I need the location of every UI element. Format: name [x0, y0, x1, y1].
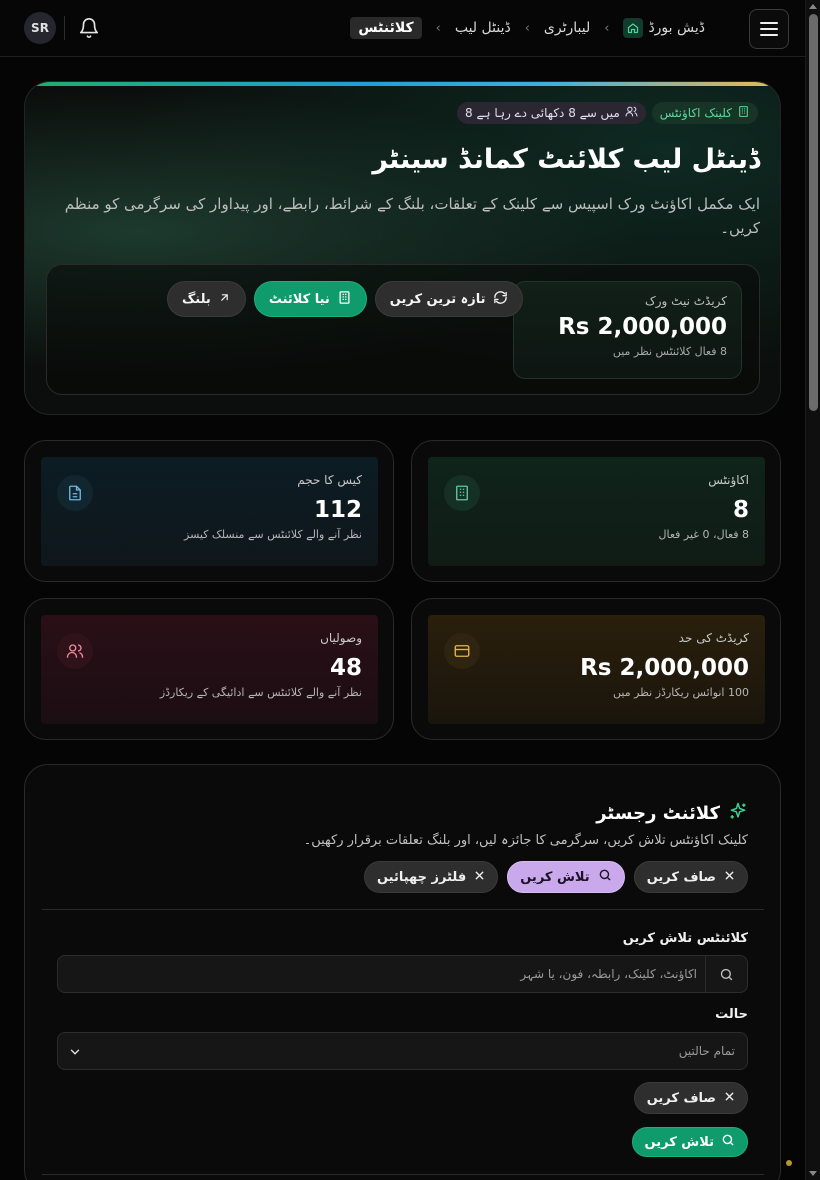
breadcrumb-laboratory[interactable]: لیبارٹری — [544, 20, 590, 36]
chevron-down-icon — [68, 1044, 82, 1063]
sparkles-icon — [728, 801, 748, 826]
scrollbar[interactable] — [805, 0, 820, 1180]
visible-count-badge: 8 میں سے 8 دکھائی دے رہا ہے — [456, 102, 646, 124]
chevron-left-icon: ‹ — [604, 20, 610, 36]
close-icon — [474, 870, 485, 885]
credit-network-sub: 8 فعال کلائنٹس نظر میں — [612, 345, 727, 358]
divider — [42, 1174, 764, 1175]
collections-stat-card: وصولیاں 48 نظر آنے والے کلائنٹس سے ادائی… — [24, 598, 394, 740]
stat-sub: نظر آنے والے کلائنٹس سے ادائیگی کے ریکار… — [159, 686, 362, 699]
refresh-button[interactable]: تازہ ترین کریں — [374, 281, 523, 317]
search-field — [57, 955, 748, 993]
clear-button[interactable]: صاف کریں — [633, 861, 748, 893]
top-bar: ڈیش بورڈ ‹ لیبارٹری ‹ ڈینٹل لیب ‹ کلائنٹ… — [0, 0, 805, 57]
hamburger-icon — [760, 22, 778, 24]
credit-network-card: کریڈٹ نیٹ ورک Rs 2,000,000 8 فعال کلائنٹ… — [513, 281, 742, 379]
home-icon — [623, 18, 644, 38]
building-icon — [444, 475, 480, 511]
accounts-stat-card: اکاؤنٹس 8 8 فعال، 0 غیر فعال — [411, 440, 781, 582]
stat-sub: نظر آنے والے کلائنٹس سے منسلک کیسز — [184, 528, 362, 541]
stat-sub: 100 انوائس ریکارڈز نظر میں — [613, 686, 749, 699]
credit-card-icon — [444, 633, 480, 669]
scroll-up-arrow-icon[interactable] — [809, 4, 817, 9]
bell-icon[interactable] — [78, 17, 100, 39]
avatar[interactable]: SR — [24, 12, 56, 44]
chevron-left-icon: ‹ — [524, 20, 530, 36]
refresh-icon — [493, 290, 508, 309]
status-dot — [786, 1160, 792, 1166]
scroll-down-arrow-icon[interactable] — [809, 1171, 817, 1176]
close-icon — [724, 1091, 735, 1106]
stat-sub: 8 فعال، 0 غیر فعال — [658, 528, 750, 541]
register-title: کلائنٹ رجسٹر — [596, 803, 720, 824]
search-icon — [721, 1133, 735, 1151]
arrow-up-right-icon — [218, 291, 231, 308]
chevron-left-icon: ‹ — [435, 20, 441, 36]
search-label: کلائنٹس تلاش کریں — [622, 931, 748, 946]
client-register-panel: کلائنٹ رجسٹر کلینک اکاؤنٹس تلاش کریں، سر… — [24, 764, 781, 1180]
page-title: ڈینٹل لیب کلائنٹ کمانڈ سینٹر — [372, 144, 760, 175]
breadcrumb-dental-lab[interactable]: ڈینٹل لیب — [455, 20, 511, 36]
clinic-accounts-badge: کلینک اکاؤنٹس — [651, 102, 758, 124]
document-icon — [57, 475, 93, 511]
search-input[interactable] — [65, 956, 705, 992]
users-icon — [57, 633, 93, 669]
hero-panel: کلینک اکاؤنٹس 8 میں سے 8 دکھائی دے رہا ہ… — [24, 81, 781, 415]
search-icon — [598, 868, 612, 886]
users-icon — [625, 105, 638, 121]
search-icon — [705, 956, 747, 992]
breadcrumb: ڈیش بورڈ ‹ لیبارٹری ‹ ڈینٹل لیب ‹ کلائنٹ… — [350, 14, 705, 42]
clear-filters-button[interactable]: صاف کریں — [633, 1082, 748, 1114]
hide-filters-button[interactable]: فلٹرز چھپائیں — [363, 861, 499, 893]
case-volume-stat-card: کیس کا حجم 112 نظر آنے والے کلائنٹس سے م… — [24, 440, 394, 582]
hero-summary: کریڈٹ نیٹ ورک Rs 2,000,000 8 فعال کلائنٹ… — [46, 264, 760, 395]
breadcrumb-dashboard[interactable]: ڈیش بورڈ — [623, 18, 705, 38]
status-select[interactable]: تمام حالتیں — [57, 1032, 748, 1070]
status-select-value: تمام حالتیں — [678, 1044, 735, 1058]
breadcrumb-clients[interactable]: کلائنٹس — [350, 17, 422, 39]
search-button[interactable]: تلاش کریں — [507, 861, 625, 893]
divider — [42, 909, 764, 910]
register-description: کلینک اکاؤنٹس تلاش کریں، سرگرمی کا جائزہ… — [303, 833, 748, 848]
new-client-button[interactable]: نیا کلائنٹ — [253, 281, 367, 317]
billing-button[interactable]: بلنگ — [167, 281, 246, 317]
building-icon — [337, 290, 352, 309]
building-icon — [737, 105, 750, 121]
apply-search-button[interactable]: تلاش کریں — [631, 1127, 748, 1157]
accent-bar — [25, 82, 780, 86]
divider — [64, 16, 65, 40]
credit-network-value: Rs 2,000,000 — [558, 314, 727, 340]
close-icon — [724, 870, 735, 885]
credit-network-label: کریڈٹ نیٹ ورک — [645, 294, 727, 308]
credit-limit-stat-card: کریڈٹ کی حد Rs 2,000,000 100 انوائس ریکا… — [411, 598, 781, 740]
status-label: حالت — [715, 1007, 748, 1022]
scrollbar-thumb[interactable] — [809, 14, 818, 411]
page-description: ایک مکمل اکاؤنٹ ورک اسپیس سے کلینک کے تع… — [64, 195, 760, 237]
menu-button[interactable] — [749, 9, 789, 49]
